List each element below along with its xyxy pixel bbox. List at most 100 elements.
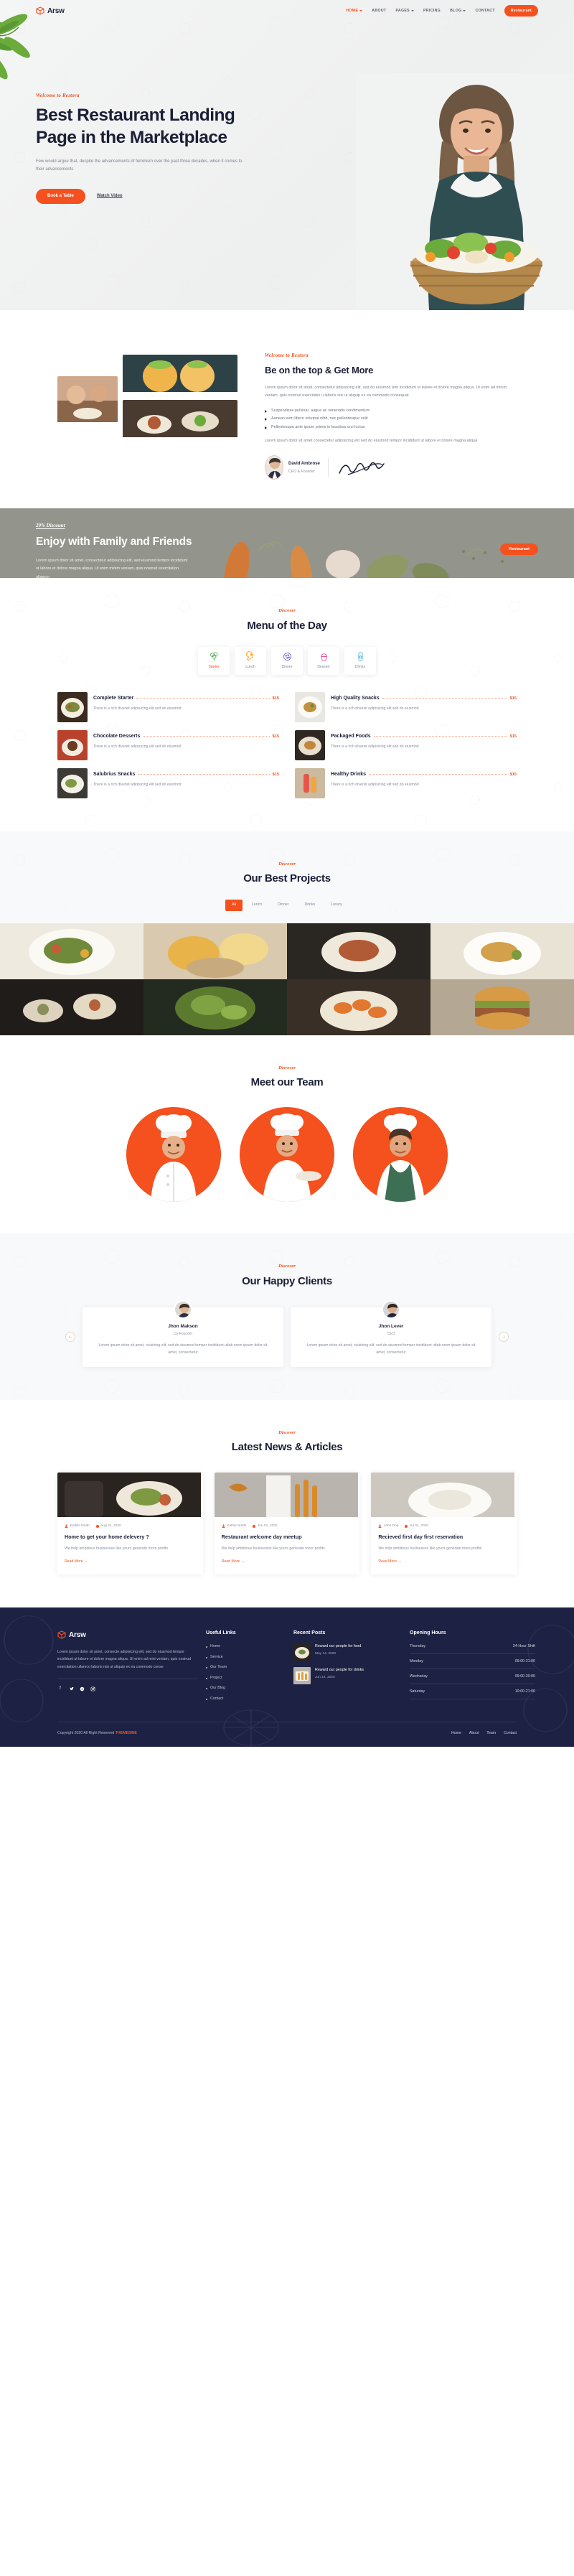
twitter-icon[interactable] (68, 1686, 74, 1691)
footer-hours-column: Opening Hours Thursday 24-Hour Shift Mon… (410, 1629, 535, 1707)
menu-category-drinks[interactable]: Drinks (344, 647, 376, 676)
watch-video-link[interactable]: Watch Video (97, 192, 123, 200)
blog-post-card[interactable]: John Doe Jul 01, 2020 Recieved first day… (371, 1472, 517, 1574)
carousel-prev-arrow-icon[interactable]: ← (65, 1332, 75, 1343)
tab-dinner[interactable]: Dinner (271, 900, 295, 911)
category-label: Dinner (281, 665, 293, 670)
post-image (214, 1472, 360, 1517)
tab-lunch[interactable]: Lunch (245, 900, 268, 911)
chicken-icon (245, 651, 253, 661)
nav-label: HOME (346, 8, 359, 13)
gallery-item[interactable] (287, 923, 430, 979)
menu-items-grid: Complete Starter $15 There is a rich div… (57, 692, 517, 799)
footer-link-contact[interactable]: Contact (206, 1696, 285, 1702)
blog-post-card[interactable]: Kathie Smith Jun 01, 2020 Restaurant wel… (214, 1472, 360, 1574)
footer-link-service[interactable]: Service (206, 1654, 285, 1661)
client-role: Co-Founder (173, 1332, 193, 1337)
user-icon (222, 1524, 225, 1529)
nav-label: PRICING (423, 8, 441, 13)
gallery-item[interactable] (287, 979, 430, 1035)
day-label: Saturday (410, 1689, 425, 1694)
menu-kicker: Discover (278, 608, 296, 614)
menu-item-description: There is a rich diversit adipisicing eli… (93, 706, 182, 711)
time-label: 09:00-20:00 (514, 1674, 535, 1679)
footer-link-project[interactable]: Project (206, 1675, 285, 1681)
opening-hours-row: Monday 09:00-21:00 (410, 1658, 535, 1670)
gallery-item[interactable] (430, 923, 574, 979)
post-thumbnail (293, 1667, 311, 1685)
team-member[interactable] (240, 1107, 334, 1203)
nav-item-home[interactable]: HOME (346, 8, 363, 14)
footer-link-our-team[interactable]: Our Team (206, 1664, 285, 1671)
menu-item[interactable]: Healthy Drinks $15 There is a rich diver… (295, 768, 517, 799)
read-more-link[interactable]: Read More → (378, 1559, 401, 1565)
nav-item-pricing[interactable]: PRICING (423, 8, 441, 14)
footer-links-title: Useful Links (206, 1630, 236, 1635)
copyright-brand[interactable]: THEMESINE (116, 1731, 137, 1735)
tab-all[interactable]: All (225, 899, 243, 911)
menu-item[interactable]: Packaged Foods $15 There is a rich diver… (295, 730, 517, 761)
footer-nav-contact[interactable]: Contact (504, 1730, 517, 1737)
menu-item[interactable]: Complete Starter $15 There is a rich div… (57, 692, 279, 723)
blog-section: Discover Latest News & Articles Endith S… (0, 1399, 574, 1607)
about-feature-list: Suspendisse pulvinar, augue ac venenatis… (265, 407, 517, 432)
nav-cta-restaurant[interactable]: Restaurant (504, 5, 538, 17)
menu-item[interactable]: Salubrius Snacks $15 There is a rich div… (57, 768, 279, 799)
menu-item-price: $15 (509, 773, 517, 778)
footer-nav-home[interactable]: Home (451, 1730, 461, 1737)
book-a-table-button[interactable]: Book a Table (36, 188, 85, 204)
nav-item-pages[interactable]: PAGES (395, 8, 414, 14)
gallery-item[interactable] (144, 923, 287, 979)
menu-category-lunch[interactable]: Lunch (235, 647, 266, 676)
about-photo-drinks (123, 355, 237, 395)
footer-logo[interactable]: Arsw (57, 1629, 197, 1641)
footer-links-column: Useful Links Home Service Our Team Proje… (206, 1629, 285, 1707)
gallery-item[interactable] (430, 979, 574, 1035)
menu-item[interactable]: High Quality Snacks $15 There is a rich … (295, 692, 517, 723)
menu-category-dinner[interactable]: Dinner (271, 647, 303, 676)
banner-restaurant-button[interactable]: Restaurant (500, 543, 538, 556)
menu-item-description: There is a rich diversit adipisicing eli… (93, 783, 182, 788)
dotted-leader (136, 698, 270, 699)
footer-nav-team[interactable]: Team (486, 1730, 496, 1737)
post-meta: Kathie Smith Jun 01, 2020 (222, 1523, 353, 1529)
carousel-next-arrow-icon[interactable]: → (499, 1332, 509, 1343)
nav-label: BLOG (450, 8, 462, 13)
tab-drinks[interactable]: Drinks (298, 900, 321, 911)
projects-kicker: Discover (278, 862, 296, 867)
nav-item-blog[interactable]: BLOG (450, 8, 466, 14)
day-label: Monday (410, 1659, 423, 1664)
tab-luxury[interactable]: Luxury (324, 900, 349, 911)
instagram-icon[interactable] (90, 1686, 95, 1691)
menu-category-dessert[interactable]: Dessert (308, 647, 339, 676)
skype-icon[interactable]: S (79, 1686, 85, 1691)
recent-post-title: Reward our people for food (315, 1644, 362, 1649)
post-image (371, 1472, 517, 1517)
blog-post-card[interactable]: Endith Smith Aug 01, 2020 Home to get yo… (57, 1472, 203, 1574)
gallery-item[interactable] (0, 979, 144, 1035)
footer-nav-about[interactable]: About (469, 1730, 479, 1737)
menu-category-starter[interactable]: Starter (198, 647, 230, 676)
testimonial-card: Jhon Lever CEO Lorem ipsum dolor sit ame… (291, 1300, 491, 1367)
team-member[interactable] (353, 1107, 448, 1203)
menu-item-price: $15 (272, 696, 279, 701)
read-more-link[interactable]: Read More → (222, 1559, 245, 1565)
gallery-item[interactable] (144, 979, 287, 1035)
dotted-leader (373, 736, 507, 737)
read-more-link[interactable]: Read More → (65, 1559, 88, 1565)
nav-item-about[interactable]: ABOUT (372, 8, 386, 14)
team-member[interactable] (126, 1107, 221, 1203)
footer-link-our-blog[interactable]: Our Blog (206, 1685, 285, 1691)
gallery-item[interactable] (0, 923, 144, 979)
facebook-icon[interactable]: f (57, 1686, 63, 1691)
footer-recent-post[interactable]: Reward our people for drinks Jun 14, 202… (293, 1667, 401, 1685)
footer-link-home[interactable]: Home (206, 1643, 285, 1650)
dotted-leader (382, 698, 507, 699)
footer-recent-post[interactable]: Reward our people for food May 14, 2020 (293, 1643, 401, 1661)
brand-logo[interactable]: Arsw (36, 5, 65, 17)
brand-name: Arsw (47, 6, 65, 15)
category-label: Lunch (245, 665, 255, 670)
post-meta: John Doe Jul 01, 2020 (378, 1523, 509, 1529)
menu-item[interactable]: Chocolate Desserts $15 There is a rich d… (57, 730, 279, 761)
nav-item-contact[interactable]: CONTACT (475, 8, 494, 14)
